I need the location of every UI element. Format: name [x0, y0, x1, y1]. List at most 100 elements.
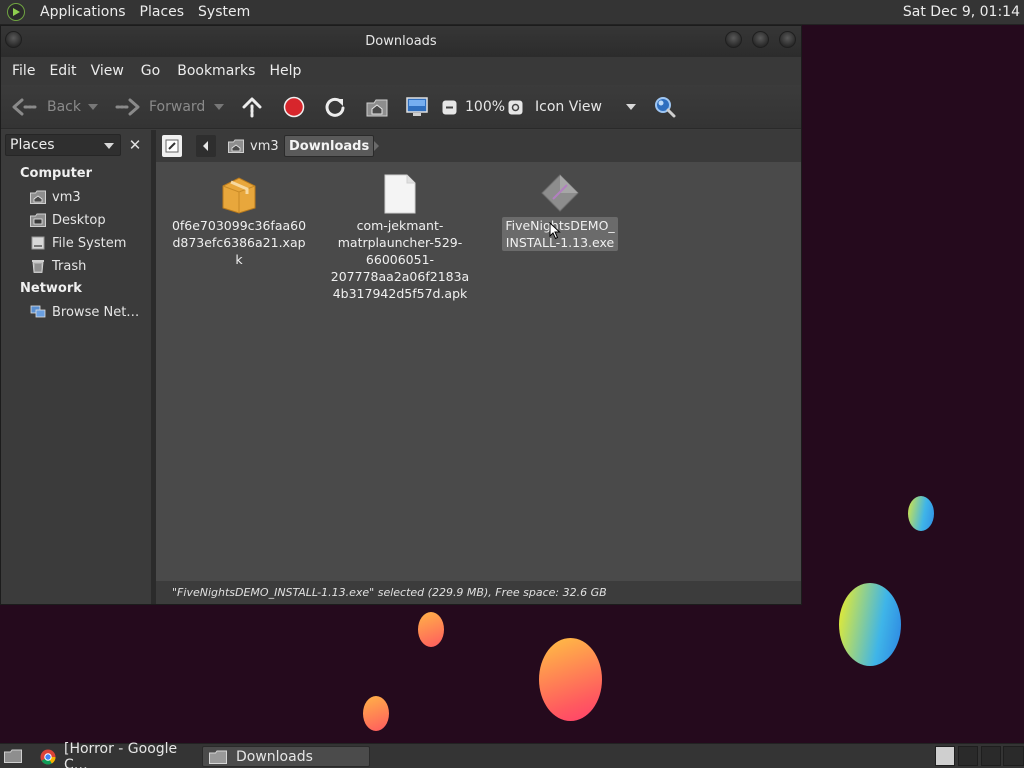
menu-view[interactable]: View — [84, 57, 131, 85]
forward-history-dropdown[interactable] — [214, 85, 224, 129]
back-history-dropdown[interactable] — [88, 85, 98, 129]
home-button[interactable] — [366, 85, 388, 129]
desktop-folder-icon — [30, 213, 46, 227]
reload-button[interactable] — [324, 85, 346, 129]
sidebar-view-select[interactable]: Places — [5, 134, 121, 156]
path-segment-label: Downloads — [289, 138, 370, 154]
zoom-out-button[interactable] — [442, 85, 457, 129]
chevron-right-icon — [374, 141, 379, 151]
view-mode-value: Icon View — [535, 99, 602, 115]
sidebar-item-desktop[interactable]: Desktop — [30, 210, 106, 230]
sidebar-item-label: Trash — [52, 258, 87, 274]
workspace-3[interactable] — [981, 746, 1001, 766]
workspace-2[interactable] — [958, 746, 978, 766]
chevron-down-icon — [88, 104, 98, 110]
home-folder-icon — [366, 99, 388, 117]
menu-go[interactable]: Go — [131, 57, 170, 85]
zoom-out-icon — [442, 100, 457, 114]
distro-logo-icon[interactable] — [7, 3, 25, 21]
file-item[interactable]: 0f6e703099c36faa60 d873efc6386a21.xapk — [169, 174, 309, 268]
menu-edit[interactable]: Edit — [42, 57, 83, 85]
home-folder-icon — [228, 139, 244, 153]
file-name: com-jekmant-matrplauncher-529- 66006051- 2… — [330, 218, 470, 301]
sidebar-item-browse-network[interactable]: Browse Net… — [30, 302, 139, 322]
close-button[interactable] — [779, 31, 796, 48]
sidebar-item-vm3[interactable]: vm3 — [30, 187, 81, 207]
stop-button[interactable] — [283, 85, 305, 129]
taskbar-item-label: Downloads — [236, 748, 313, 765]
computer-button[interactable] — [405, 85, 429, 129]
view-mode-select[interactable]: Icon View — [535, 85, 639, 129]
path-scroll-left-button[interactable] — [196, 135, 216, 157]
sidebar-item-label: vm3 — [52, 189, 81, 205]
window-titlebar[interactable]: Downloads — [1, 26, 801, 57]
wallpaper-bubble — [539, 638, 602, 721]
status-bar: "FiveNightsDEMO_INSTALL-1.13.exe" select… — [156, 581, 801, 604]
menu-help[interactable]: Help — [262, 57, 308, 85]
sidebar-item-label: Browse Net… — [52, 304, 140, 320]
zoom-in-button[interactable] — [508, 85, 523, 129]
menu-file[interactable]: File — [5, 57, 42, 85]
workspace-4[interactable] — [1003, 746, 1024, 766]
toolbar: Back Forward 100% Icon View — [1, 85, 801, 129]
sidebar-item-label: File System — [52, 235, 127, 251]
wallpaper-bubble — [839, 583, 901, 666]
panel-menu-applications[interactable]: Applications — [33, 0, 133, 25]
menubar: File Edit View Go Bookmarks Help — [1, 57, 801, 85]
panel-menu-system[interactable]: System — [191, 0, 257, 25]
sidebar-close-icon[interactable]: ✕ — [125, 134, 145, 156]
stop-icon — [283, 96, 305, 118]
places-sidebar: Places ✕ Computer vm3 Desktop File Syste… — [1, 130, 151, 604]
up-arrow-icon — [242, 97, 262, 118]
taskbar-item-downloads[interactable]: Downloads — [202, 746, 370, 767]
maximize-button[interactable] — [752, 31, 769, 48]
window-menu-button[interactable] — [5, 31, 22, 48]
file-item[interactable]: com-jekmant-matrplauncher-529- 66006051- 2… — [330, 174, 470, 302]
drive-icon — [31, 236, 45, 250]
chevron-down-icon — [626, 104, 636, 110]
zoom-level[interactable]: 100% — [465, 85, 505, 129]
computer-monitor-icon — [406, 97, 428, 116]
path-segment-label: vm3 — [250, 138, 279, 154]
forward-arrow-icon — [115, 98, 140, 116]
workspace-1[interactable] — [935, 746, 955, 766]
mouse-cursor-icon — [549, 222, 561, 240]
file-icon-view[interactable]: 0f6e703099c36faa60 d873efc6386a21.xapk co… — [156, 162, 801, 581]
wallpaper-bubble — [908, 496, 934, 531]
back-button[interactable]: Back — [11, 85, 81, 129]
path-segment-vm3[interactable]: vm3 — [222, 135, 285, 157]
home-folder-icon — [30, 190, 46, 204]
chevron-down-icon — [104, 143, 114, 149]
sidebar-title: Places — [10, 137, 55, 153]
search-icon — [655, 97, 676, 118]
back-label: Back — [47, 99, 81, 115]
show-desktop-icon[interactable] — [4, 749, 22, 763]
top-panel: Applications Places System Sat Dec 9, 01… — [0, 0, 1024, 25]
reload-icon — [325, 97, 345, 117]
toggle-location-entry-button[interactable] — [162, 135, 182, 157]
window-title: Downloads — [365, 34, 437, 49]
file-manager-window: Downloads File Edit View Go Bookmarks He… — [0, 25, 802, 605]
package-icon — [222, 177, 256, 214]
back-arrow-icon — [12, 98, 37, 116]
status-text: "FiveNightsDEMO_INSTALL-1.13.exe" select… — [172, 586, 607, 599]
forward-label: Forward — [149, 99, 206, 115]
up-button[interactable] — [241, 85, 263, 129]
folder-icon — [209, 750, 227, 764]
forward-button[interactable]: Forward — [115, 85, 205, 129]
sidebar-item-file-system[interactable]: File System — [30, 233, 126, 253]
path-segment-downloads[interactable]: Downloads — [284, 135, 375, 157]
minimize-button[interactable] — [725, 31, 742, 48]
taskbar-item-label: [Horror - Google C… — [64, 740, 178, 768]
chrome-icon — [40, 749, 56, 764]
panel-clock[interactable]: Sat Dec 9, 01:14 — [903, 4, 1020, 20]
path-scroll-right-button[interactable] — [368, 135, 384, 157]
panel-menu-places[interactable]: Places — [133, 0, 192, 25]
sidebar-item-trash[interactable]: Trash — [30, 256, 86, 276]
sidebar-item-label: Desktop — [52, 212, 106, 228]
document-icon — [384, 174, 416, 214]
menu-bookmarks[interactable]: Bookmarks — [170, 57, 262, 85]
wallpaper-bubble — [418, 612, 444, 647]
taskbar-item-chrome[interactable]: [Horror - Google C… — [34, 741, 197, 768]
search-button[interactable] — [653, 85, 677, 129]
